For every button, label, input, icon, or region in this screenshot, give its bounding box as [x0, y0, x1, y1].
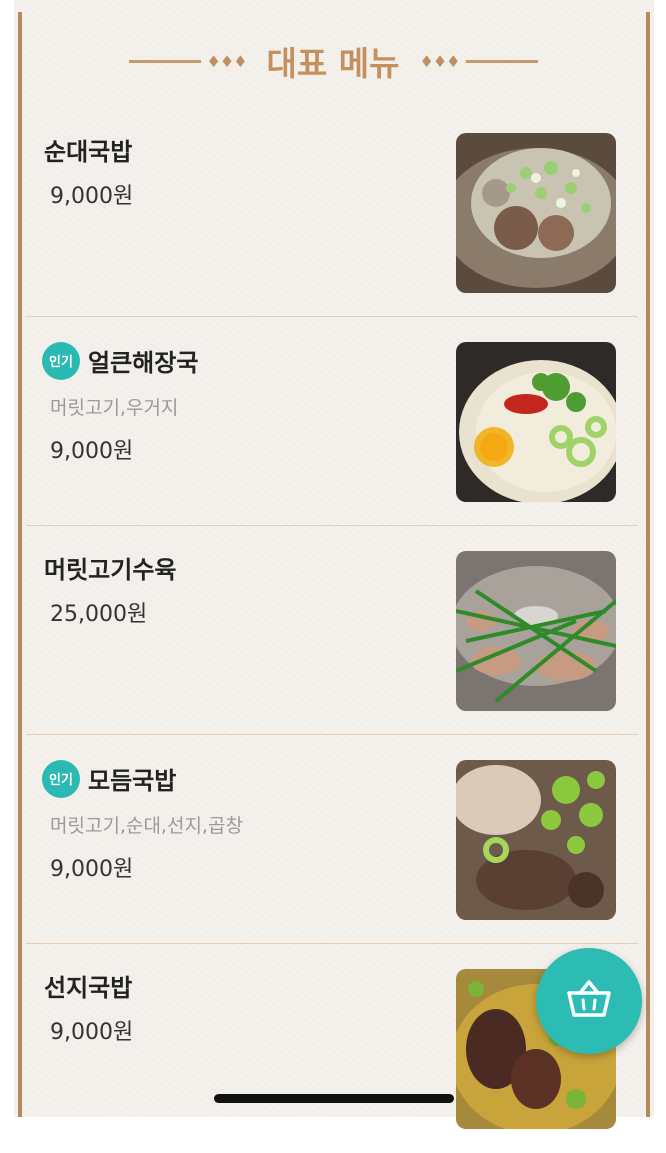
menu-item-modum-gukbap[interactable]: 인기 모듬국밥 머릿고기,순대,선지,곱창 9,000원 [26, 735, 638, 944]
header-left-line [128, 59, 201, 63]
section-header: ♦♦♦ 대표 메뉴 ♦♦♦ [0, 36, 666, 86]
menu-item-price: 9,000원 [50, 857, 134, 882]
food-photo [456, 760, 616, 920]
food-photo [456, 342, 616, 502]
menu-item-price: 9,000원 [50, 184, 134, 209]
food-photo [456, 133, 616, 293]
menu-item-price: 9,000원 [50, 439, 134, 464]
menu-item-name: 얼큰해장국 [88, 349, 199, 377]
menu-item-suyuk[interactable]: 머릿고기수육 25,000원 [26, 526, 638, 735]
menu-item-description: 머릿고기,우거지 [50, 397, 179, 419]
menu-item-name: 선지국밥 [44, 974, 133, 1002]
menu-item-price: 25,000원 [50, 602, 148, 627]
header-right-line [465, 59, 538, 63]
menu-item-name: 모듬국밥 [88, 767, 177, 795]
menu-item-sundae-gukbap[interactable]: 순대국밥 9,000원 [26, 108, 638, 317]
popular-badge: 인기 [44, 343, 78, 378]
menu-item-haejangguk[interactable]: 인기 얼큰해장국 머릿고기,우거지 9,000원 [26, 317, 638, 526]
popular-badge: 인기 [44, 761, 78, 796]
menu-item-description: 머릿고기,순대,선지,곱창 [50, 815, 243, 837]
basket-icon [566, 979, 612, 1023]
header-left-ornament: ♦♦♦ [206, 51, 248, 71]
menu-item-name: 머릿고기수육 [44, 556, 177, 584]
menu-item-price: 9,000원 [50, 1020, 134, 1045]
cart-button[interactable] [536, 948, 642, 1054]
header-right-ornament: ♦♦♦ [419, 51, 460, 71]
menu-item-name: 순대국밥 [44, 138, 133, 166]
section-title: 대표 메뉴 [266, 44, 400, 83]
food-photo [456, 551, 616, 711]
home-indicator[interactable] [214, 1094, 454, 1103]
